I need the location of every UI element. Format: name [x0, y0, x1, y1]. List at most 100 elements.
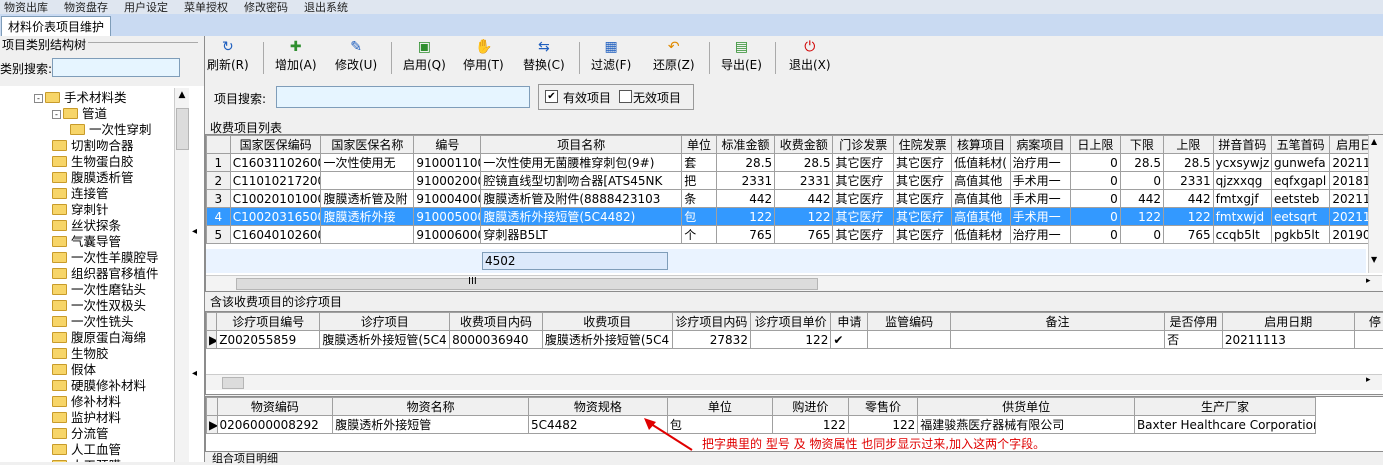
table-row[interactable]: 1C16031102600一次性使用无91000110000一次性使用无菌腰椎穿… — [207, 154, 1383, 172]
table-cell[interactable] — [950, 331, 1164, 349]
table-cell[interactable]: C10020101000 — [230, 190, 321, 208]
column-header[interactable]: 监管编码 — [868, 313, 950, 331]
top-menu-item[interactable]: 菜单授权 — [184, 5, 228, 11]
tab-material-price[interactable]: 材料价表项目维护 — [1, 16, 111, 37]
column-header[interactable]: 核算项目 — [952, 136, 1010, 154]
enable-button[interactable]: ▣启用(Q) — [403, 40, 446, 73]
table-cell[interactable]: 2331 — [1163, 172, 1213, 190]
table-row[interactable]: 5C1604010260091000600000穿刺器B5LT个765765其它… — [207, 226, 1383, 244]
table-cell[interactable]: eetsqrt — [1272, 208, 1330, 226]
table-cell[interactable]: 穿刺器B5LT — [481, 226, 682, 244]
table-cell[interactable]: 91000500000 — [414, 208, 481, 226]
restore-button[interactable]: ↶还原(Z) — [653, 40, 695, 73]
table-cell[interactable] — [1354, 331, 1383, 349]
table-cell[interactable]: 3 — [207, 190, 231, 208]
table-cell[interactable]: 91000600000 — [414, 226, 481, 244]
table-cell[interactable]: 91000110000 — [414, 154, 481, 172]
column-header[interactable]: 购进价 — [773, 398, 849, 416]
table-cell[interactable]: 其它医疗 — [833, 154, 893, 172]
table-cell[interactable]: 0 — [1071, 226, 1121, 244]
table-cell[interactable]: 765 — [775, 226, 833, 244]
table-cell[interactable]: 腹膜透析管及附 — [321, 190, 414, 208]
tree-toggle-icon[interactable]: - — [52, 110, 61, 119]
column-header[interactable]: 单位 — [667, 398, 772, 416]
table-cell[interactable]: 腹膜透析外接短管 — [333, 416, 529, 434]
tree-item[interactable]: 一次性羊膜腔导 — [52, 250, 159, 266]
table-cell[interactable]: 27832 — [672, 331, 750, 349]
column-header[interactable]: 标准金额 — [716, 136, 774, 154]
table-cell[interactable]: 122 — [1120, 208, 1163, 226]
table-cell[interactable]: eqfxgapl — [1272, 172, 1330, 190]
table-cell[interactable]: 122 — [716, 208, 774, 226]
table-cell[interactable]: 低值耗材 — [952, 226, 1010, 244]
tree-scroll-thumb[interactable] — [176, 108, 189, 150]
table-cell[interactable]: 其它医疗 — [893, 154, 951, 172]
column-header[interactable]: 零售价 — [848, 398, 917, 416]
table-cell[interactable]: 2331 — [716, 172, 774, 190]
filter-button[interactable]: ▦过滤(F) — [591, 40, 631, 73]
column-header[interactable]: 单位 — [682, 136, 717, 154]
column-header[interactable]: 国家医保名称 — [321, 136, 414, 154]
table-cell[interactable]: 28.5 — [1120, 154, 1163, 172]
fee-hscroll[interactable]: III ▸ — [206, 275, 1382, 291]
tree-item[interactable]: 硬膜修补材料 — [52, 378, 146, 394]
table-cell[interactable]: ccqb5lt — [1213, 226, 1271, 244]
table-cell[interactable]: 765 — [716, 226, 774, 244]
table-cell[interactable]: 2 — [207, 172, 231, 190]
table-cell[interactable]: C16040102600 — [230, 226, 321, 244]
table-cell[interactable]: Baxter Healthcare Corporation — [1134, 416, 1315, 434]
table-cell[interactable]: 1 — [207, 154, 231, 172]
column-header[interactable]: 拼音首码 — [1213, 136, 1271, 154]
table-cell[interactable]: 5 — [207, 226, 231, 244]
category-search-input[interactable] — [52, 58, 180, 77]
table-cell[interactable]: 高值其他 — [952, 190, 1010, 208]
tree-item[interactable]: 一次性双极头 — [52, 298, 146, 314]
top-menu-item[interactable]: 物资盘存 — [64, 5, 108, 11]
project-search-input[interactable] — [276, 86, 530, 108]
excel-button[interactable]: ▤导出(E) — [721, 40, 762, 73]
column-header[interactable]: 收费项目 — [542, 313, 672, 331]
column-header[interactable]: 项目名称 — [481, 136, 682, 154]
table-cell[interactable]: qjzxxqg — [1213, 172, 1271, 190]
table-cell[interactable]: 4 — [207, 208, 231, 226]
table-cell[interactable]: 套 — [682, 154, 717, 172]
tree-item[interactable]: 监护材料 — [52, 410, 121, 426]
table-cell[interactable]: 把 — [682, 172, 717, 190]
table-cell[interactable]: 28.5 — [1163, 154, 1213, 172]
fee-scroll-down-icon[interactable]: ▼ — [1371, 255, 1377, 264]
tree-item[interactable]: 人工颈膜 — [52, 458, 121, 462]
column-header[interactable]: 生产厂家 — [1134, 398, 1315, 416]
tree-item[interactable]: 人工血管 — [52, 442, 121, 458]
table-cell[interactable]: 122 — [775, 208, 833, 226]
column-header[interactable]: 是否停用 — [1165, 313, 1223, 331]
table-cell[interactable]: 其它医疗 — [833, 190, 893, 208]
column-header[interactable]: 备注 — [950, 313, 1164, 331]
tree-item[interactable]: 连接管 — [52, 186, 109, 202]
tree-item[interactable]: 假体 — [52, 362, 96, 378]
table-cell[interactable]: 腔镜直线型切割吻合器[ATS45NK — [481, 172, 682, 190]
column-header[interactable]: 物资规格 — [528, 398, 667, 416]
column-header[interactable]: 诊疗项目编号 — [217, 313, 320, 331]
top-menu-item[interactable]: 用户设定 — [124, 5, 168, 11]
table-cell[interactable]: 2331 — [775, 172, 833, 190]
table-cell[interactable]: 122 — [773, 416, 849, 434]
table-row[interactable]: 2C1101021720091000200001腔镜直线型切割吻合器[ATS45… — [207, 172, 1383, 190]
table-cell[interactable]: 122 — [848, 416, 917, 434]
table-cell[interactable]: 122 — [750, 331, 830, 349]
table-cell[interactable]: 否 — [1165, 331, 1223, 349]
refresh-button[interactable]: ↻刷新(R) — [207, 40, 249, 73]
collapse-left-icon[interactable]: ◂ — [192, 226, 197, 237]
tree-item[interactable]: 穿刺针 — [52, 202, 109, 218]
table-cell[interactable]: Z002055859 — [217, 331, 320, 349]
tree-toggle-icon[interactable]: - — [34, 94, 43, 103]
tree-item[interactable]: -管道 — [52, 106, 107, 122]
tree-item[interactable]: 生物胶 — [52, 346, 109, 362]
table-cell[interactable]: 一次性使用无菌腰椎穿刺包(9#) — [481, 154, 682, 172]
column-header[interactable] — [207, 313, 217, 331]
table-cell[interactable]: 其它医疗 — [833, 208, 893, 226]
top-menu-item[interactable]: 退出系统 — [304, 5, 348, 11]
table-cell[interactable]: 腹膜透析外接短管(5C4482) — [481, 208, 682, 226]
column-header[interactable]: 住院发票 — [893, 136, 951, 154]
tree-item[interactable]: 切割吻合器 — [52, 138, 134, 154]
table-cell[interactable]: 0 — [1120, 226, 1163, 244]
